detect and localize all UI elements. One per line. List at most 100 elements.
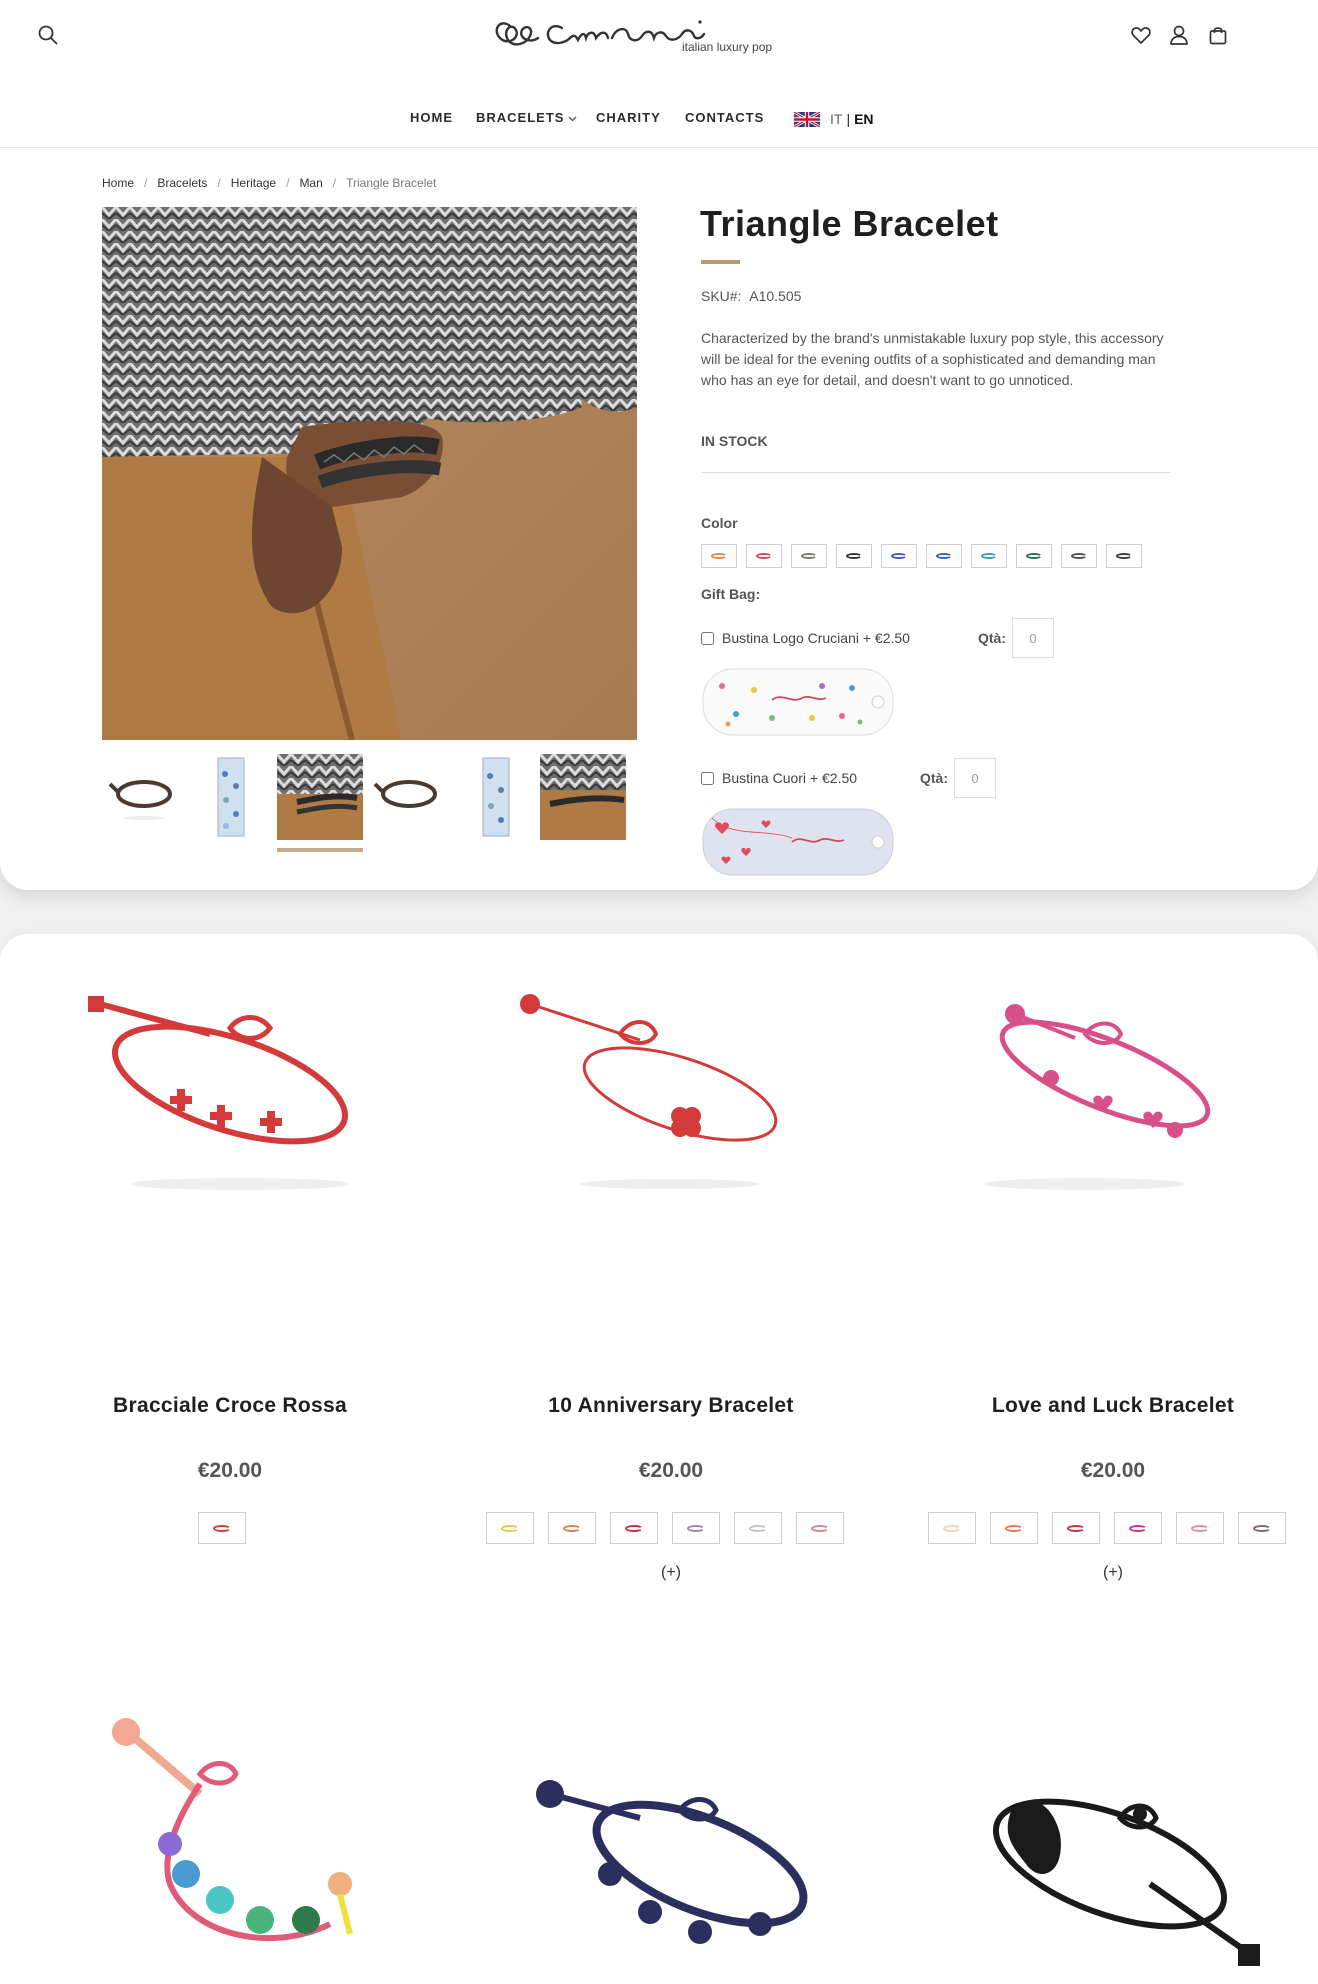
bracelet-icon <box>1129 1524 1147 1532</box>
sku-label: SKU#: <box>701 288 742 304</box>
lang-it[interactable]: IT <box>830 111 842 127</box>
gift-hearts-checkbox[interactable] <box>701 771 714 785</box>
gift-bag-logo-image <box>702 668 894 736</box>
color-swatch-7[interactable] <box>971 544 1007 568</box>
product-card-2-name[interactable]: 10 Anniversary Bracelet <box>451 1394 891 1418</box>
stock-status: IN STOCK <box>701 433 768 449</box>
bracelet-icon <box>801 553 817 559</box>
breadcrumb-man[interactable]: Man <box>299 176 322 190</box>
main-navigation: HOME BRACELETS CHARITY CONTACTS IT | EN <box>0 108 1318 132</box>
nav-charity[interactable]: CHARITY <box>596 110 661 125</box>
thumbnail-5[interactable] <box>453 754 539 840</box>
product-card-3-swatch-5[interactable] <box>1176 1512 1224 1544</box>
product-card-2-swatch-5[interactable] <box>734 1512 782 1544</box>
bracelet-icon <box>1253 1524 1271 1532</box>
product-card-2-swatch-2[interactable] <box>548 1512 596 1544</box>
bracelet-icon <box>943 1524 961 1532</box>
user-icon[interactable] <box>1168 24 1190 46</box>
search-icon[interactable] <box>37 24 59 46</box>
bracelet-icon <box>1067 1524 1085 1532</box>
bracelet-icon <box>563 1524 581 1532</box>
color-swatch-3[interactable] <box>791 544 827 568</box>
product-card-1-image[interactable] <box>70 984 390 1244</box>
bracelet-icon <box>749 1524 767 1532</box>
breadcrumb: Home / Bracelets / Heritage / Man / Tria… <box>102 176 436 190</box>
color-swatch-1[interactable] <box>701 544 737 568</box>
product-card-3-name[interactable]: Love and Luck Bracelet <box>893 1394 1318 1418</box>
heart-icon[interactable] <box>1130 24 1152 46</box>
language-switcher[interactable]: IT | EN <box>794 108 874 130</box>
product-card-3-swatch-2[interactable] <box>990 1512 1038 1544</box>
product-card-3-swatch-1[interactable] <box>928 1512 976 1544</box>
product-card-2-swatch-1[interactable] <box>486 1512 534 1544</box>
nav-bracelets[interactable]: BRACELETS <box>476 110 564 125</box>
header-divider <box>0 147 1318 148</box>
product-card-2-swatch-6[interactable] <box>796 1512 844 1544</box>
product-detail-card: italian luxury pop HOME BRACELETS CHARIT… <box>0 0 1318 890</box>
gift-logo-label[interactable]: Bustina Logo Cruciani + €2.50 <box>722 630 910 646</box>
product-card-3-swatch-6[interactable] <box>1238 1512 1286 1544</box>
chevron-down-icon[interactable] <box>568 116 577 122</box>
thumbnail-2[interactable] <box>190 754 276 840</box>
gift-hearts-label[interactable]: Bustina Cuori + €2.50 <box>722 770 857 786</box>
color-swatch-6[interactable] <box>926 544 962 568</box>
breadcrumb-heritage[interactable]: Heritage <box>231 176 276 190</box>
thumbnail-3[interactable] <box>277 754 363 840</box>
product-card-5-image[interactable] <box>530 1754 850 1984</box>
breadcrumb-separator: / <box>332 176 337 190</box>
product-card-3-more-colors[interactable]: (+) <box>893 1564 1318 1582</box>
color-swatch-10[interactable] <box>1106 544 1142 568</box>
color-swatch-2[interactable] <box>746 544 782 568</box>
nav-home[interactable]: HOME <box>410 110 453 125</box>
breadcrumb-home[interactable]: Home <box>102 176 134 190</box>
gift-hearts-qty-label: Qtà: <box>920 770 948 786</box>
thumbnail-6[interactable] <box>540 754 626 840</box>
product-title: Triangle Bracelet <box>700 203 999 244</box>
color-swatch-9[interactable] <box>1061 544 1097 568</box>
bracelet-icon <box>846 553 862 559</box>
uk-flag-icon <box>794 111 820 127</box>
color-swatch-8[interactable] <box>1016 544 1052 568</box>
product-description: Characterized by the brand's unmistakabl… <box>701 330 1164 388</box>
bracelet-icon <box>687 1524 705 1532</box>
bracelet-icon <box>1005 1524 1023 1532</box>
product-card-3-swatch-3[interactable] <box>1052 1512 1100 1544</box>
color-swatch-5[interactable] <box>881 544 917 568</box>
product-card-2-image[interactable] <box>510 984 830 1244</box>
product-card-3-swatch-4[interactable] <box>1114 1512 1162 1544</box>
related-products-section: Bracciale Croce Rossa 10 Anniversary Bra… <box>0 934 1318 1984</box>
bracelet-icon <box>625 1524 643 1532</box>
thumbnail-4[interactable] <box>365 754 451 840</box>
product-main-photo[interactable] <box>102 207 637 740</box>
gift-logo-checkbox[interactable] <box>701 631 714 645</box>
gift-hearts-qty-input[interactable]: 0 <box>954 758 996 798</box>
product-card-1-swatches <box>198 1512 246 1544</box>
product-card-1-swatch-1[interactable] <box>198 1512 246 1544</box>
product-card-1-price: €20.00 <box>197 1459 263 1482</box>
breadcrumb-separator: / <box>217 176 221 190</box>
thumbnail-1[interactable] <box>102 754 188 840</box>
logo-tagline: italian luxury pop <box>682 40 773 54</box>
bracelet-icon <box>891 553 907 559</box>
color-label: Color <box>701 515 738 531</box>
gift-logo-qty-input[interactable]: 0 <box>1012 618 1054 658</box>
gift-bag-hearts-image <box>702 808 894 876</box>
product-card-4-image[interactable] <box>90 1714 410 1984</box>
product-card-6-image[interactable] <box>970 1754 1290 1984</box>
brand-logo[interactable] <box>490 8 790 64</box>
product-card-2-swatch-3[interactable] <box>610 1512 658 1544</box>
shopping-bag-icon[interactable] <box>1207 24 1229 46</box>
gift-logo-qty-label: Qtà: <box>978 630 1006 646</box>
bracelet-icon <box>1026 553 1042 559</box>
breadcrumb-current: Triangle Bracelet <box>346 176 437 190</box>
product-card-2-more-colors[interactable]: (+) <box>451 1564 891 1582</box>
product-card-2-swatch-4[interactable] <box>672 1512 720 1544</box>
breadcrumb-bracelets[interactable]: Bracelets <box>157 176 207 190</box>
product-card-1-name[interactable]: Bracciale Croce Rossa <box>10 1394 450 1418</box>
bracelet-icon <box>811 1524 829 1532</box>
lang-en[interactable]: EN <box>854 111 873 127</box>
color-swatch-4[interactable] <box>836 544 872 568</box>
product-card-3-image[interactable] <box>945 964 1265 1224</box>
nav-contacts[interactable]: CONTACTS <box>685 110 764 125</box>
bracelet-icon <box>981 553 997 559</box>
